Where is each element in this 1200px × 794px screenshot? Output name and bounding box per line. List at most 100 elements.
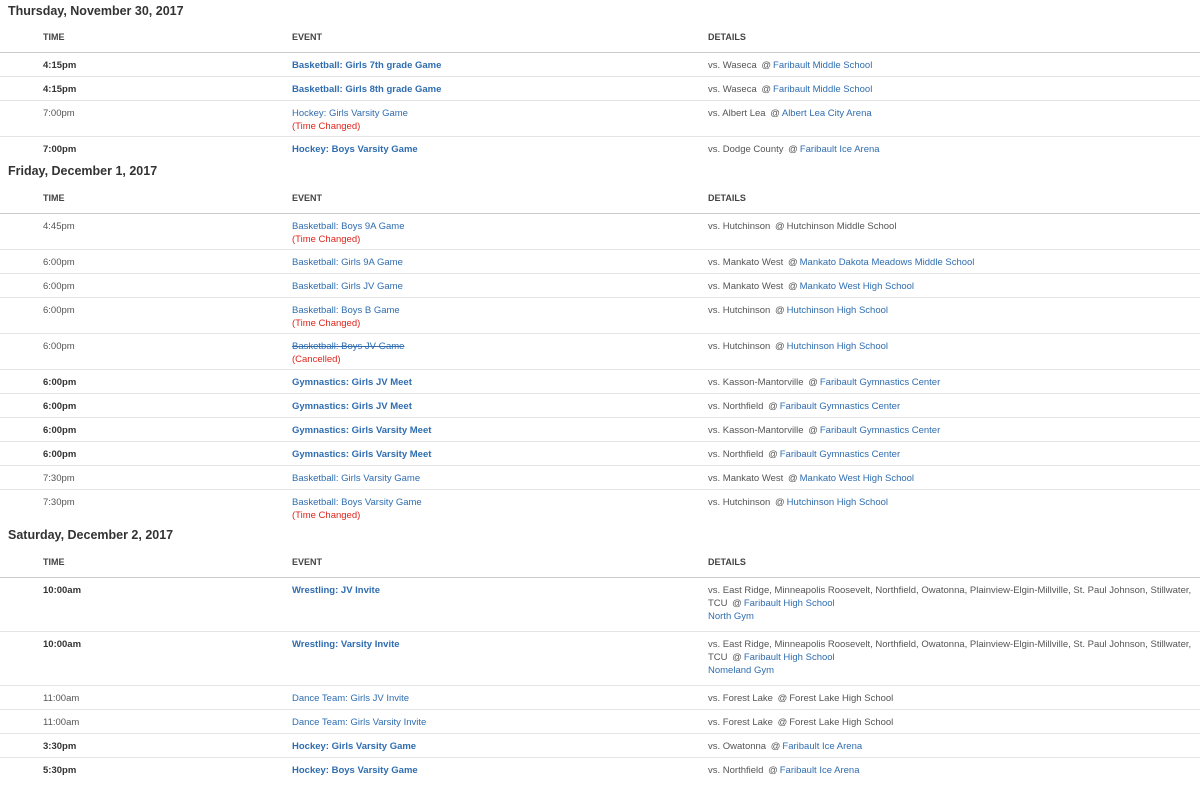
location-link[interactable]: Albert Lea City Arena <box>782 108 872 119</box>
event-link[interactable]: Hockey: Boys Varsity Game <box>292 144 418 155</box>
at-symbol: @ <box>774 340 785 352</box>
opponent-text: vs. Mankato West <box>708 472 784 484</box>
table-row: 11:00am Dance Team: Girls Varsity Invite v… <box>0 709 1200 734</box>
location-link[interactable]: Faribault Ice Arena <box>780 765 860 776</box>
column-header-details: DETAILS <box>705 547 1200 578</box>
opponent-text: vs. Hutchinson <box>708 496 771 508</box>
at-symbol: @ <box>768 400 778 412</box>
opponent-text: vs. Hutchinson <box>708 340 771 352</box>
opponent-text: vs. Northfield <box>708 765 764 776</box>
at-symbol: @ <box>770 108 780 119</box>
event-time: 4:15pm <box>0 76 290 101</box>
location-link[interactable]: Faribault Gymnastics Center <box>780 401 900 412</box>
location-link[interactable]: Mankato West High School <box>800 473 914 484</box>
status-note: (Time Changed) <box>292 509 361 521</box>
table-row: 7:00pm Hockey: Girls Varsity Game (Time Ch… <box>0 100 1200 137</box>
table-row: 3:30pm Hockey: Girls Varsity Game vs. Owat… <box>0 733 1200 758</box>
event-link[interactable]: Gymnastics: Girls Varsity Meet <box>292 425 431 436</box>
opponent-text: vs. Hutchinson <box>708 220 771 232</box>
location-link[interactable]: Faribault Gymnastics Center <box>820 377 940 388</box>
event-link[interactable]: Gymnastics: Girls JV Meet <box>292 401 412 412</box>
event-link[interactable]: Basketball: Girls 9A Game <box>292 257 403 268</box>
event-link[interactable]: Hockey: Girls Varsity Game <box>292 741 416 752</box>
location-link[interactable]: Faribault Middle School <box>773 84 872 95</box>
room-link[interactable]: North Gym <box>708 610 1200 623</box>
location-link[interactable]: Faribault Middle School <box>773 60 872 71</box>
event-link[interactable]: Basketball: Girls Varsity Game <box>292 473 420 484</box>
day-title: Thursday, November 30, 2017 <box>8 4 184 18</box>
table-header-row: TIME EVENT DETAILS <box>0 22 1200 53</box>
event-details: vs. Hutchinson @ Hutchinson High School <box>705 333 1200 370</box>
event-details: vs. Forest Lake @ Forest Lake High School <box>705 685 1200 710</box>
table-header-row: TIME EVENT DETAILS <box>0 182 1200 214</box>
room-link[interactable]: Nomeland Gym <box>708 664 1200 677</box>
table-row: 6:00pm Basketball: Girls 9A Game vs. Manka… <box>0 249 1200 274</box>
column-header-time: TIME <box>0 22 290 53</box>
location-link[interactable]: Mankato Dakota Meadows Middle School <box>800 257 975 268</box>
event-time: 4:15pm <box>0 52 290 77</box>
event-link[interactable]: Wrestling: JV Invite <box>292 585 380 596</box>
event-link[interactable]: Hockey: Girls Varsity Game <box>292 108 408 119</box>
event-cell: Gymnastics: Girls Varsity Meet <box>290 417 705 442</box>
event-details: vs. Northfield @ Faribault Gymnastics Cen… <box>705 393 1200 418</box>
location-link[interactable]: Faribault Ice Arena <box>782 741 862 752</box>
location-link[interactable]: Mankato West High School <box>800 281 914 292</box>
event-link[interactable]: Basketball: Boys 9A Game <box>292 221 404 232</box>
location-link[interactable]: Hutchinson High School <box>787 305 888 316</box>
event-cell: Gymnastics: Girls JV Meet <box>290 393 705 418</box>
event-link[interactable]: Basketball: Boys Varsity Game <box>292 497 422 508</box>
event-time: 6:00pm <box>0 333 290 370</box>
opponent-text: vs. Mankato West <box>708 280 784 292</box>
opponent-text: vs. Dodge County <box>708 144 784 155</box>
event-cell: Hockey: Boys Varsity Game <box>290 758 705 782</box>
day-section: Friday, December 1, 2017 TIME EVENT DETAILS… <box>0 161 1200 526</box>
location-link[interactable]: Faribault High School <box>744 652 835 663</box>
event-link[interactable]: Dance Team: Girls JV Invite <box>292 693 409 704</box>
event-time: 3:30pm <box>0 733 290 758</box>
event-details: vs. Albert Lea @ Albert Lea City Arena <box>705 100 1200 137</box>
event-link[interactable]: Basketball: Girls JV Game <box>292 281 403 292</box>
event-link[interactable]: Wrestling: Varsity Invite <box>292 639 400 650</box>
table-row: 6:00pm Gymnastics: Girls JV Meet vs. North… <box>0 393 1200 418</box>
event-details: vs. Mankato West @ Mankato Dakota Meadows… <box>705 249 1200 274</box>
at-symbol: @ <box>808 376 818 388</box>
event-cell: Wrestling: Varsity Invite <box>290 631 705 686</box>
location-link: Forest Lake High School <box>789 717 894 728</box>
event-cell: Basketball: Girls 8th grade Game <box>290 76 705 101</box>
location-link[interactable]: Faribault Ice Arena <box>800 144 880 155</box>
table-row: 7:30pm Basketball: Boys Varsity Game (Time… <box>0 489 1200 525</box>
location-link[interactable]: Faribault High School <box>744 598 835 609</box>
event-link[interactable]: Gymnastics: Girls Varsity Meet <box>292 449 431 460</box>
location-link[interactable]: Faribault Gymnastics Center <box>820 425 940 436</box>
event-link[interactable]: Basketball: Boys B Game <box>292 305 400 316</box>
table-row: 4:15pm Basketball: Girls 7th grade Game vs… <box>0 52 1200 77</box>
at-symbol: @ <box>808 424 818 436</box>
table-row: 6:00pm Basketball: Girls JV Game vs. Manka… <box>0 273 1200 298</box>
event-link[interactable]: Basketball: Boys JV Game <box>292 341 404 352</box>
at-symbol: @ <box>787 256 798 268</box>
events-table: TIME EVENT DETAILS 10:00am Wrestling: JV Inv… <box>0 547 1200 782</box>
event-details: vs. Forest Lake @ Forest Lake High School <box>705 709 1200 734</box>
table-row: 6:00pm Gymnastics: Girls Varsity Meet vs. … <box>0 441 1200 466</box>
status-note: (Time Changed) <box>292 121 361 132</box>
event-cell: Gymnastics: Girls JV Meet <box>290 369 705 394</box>
column-header-time: TIME <box>0 182 290 214</box>
event-link[interactable]: Hockey: Boys Varsity Game <box>292 765 418 776</box>
event-link[interactable]: Gymnastics: Girls JV Meet <box>292 377 412 388</box>
status-note: (Cancelled) <box>292 353 341 365</box>
table-header-row: TIME EVENT DETAILS <box>0 547 1200 578</box>
table-row: 7:00pm Hockey: Boys Varsity Game vs. Dodge… <box>0 137 1200 161</box>
location-link[interactable]: Hutchinson High School <box>787 497 888 508</box>
location-link[interactable]: Faribault Gymnastics Center <box>780 449 900 460</box>
event-link[interactable]: Basketball: Girls 8th grade Game <box>292 84 441 95</box>
table-row: 6:00pm Gymnastics: Girls Varsity Meet vs. … <box>0 417 1200 442</box>
event-time: 6:00pm <box>0 273 290 298</box>
day-title: Friday, December 1, 2017 <box>8 163 158 178</box>
event-details: vs. Hutchinson @ Hutchinson Middle School <box>705 213 1200 250</box>
event-link[interactable]: Basketball: Girls 7th grade Game <box>292 60 441 71</box>
at-symbol: @ <box>761 84 772 95</box>
location-link[interactable]: Hutchinson High School <box>787 341 888 352</box>
event-link[interactable]: Dance Team: Girls Varsity Invite <box>292 717 426 728</box>
events-table: TIME EVENT DETAILS 4:15pm Basketball: Girls … <box>0 22 1200 161</box>
table-row: 10:00am Wrestling: JV Invite vs. East Ridg… <box>0 577 1200 632</box>
